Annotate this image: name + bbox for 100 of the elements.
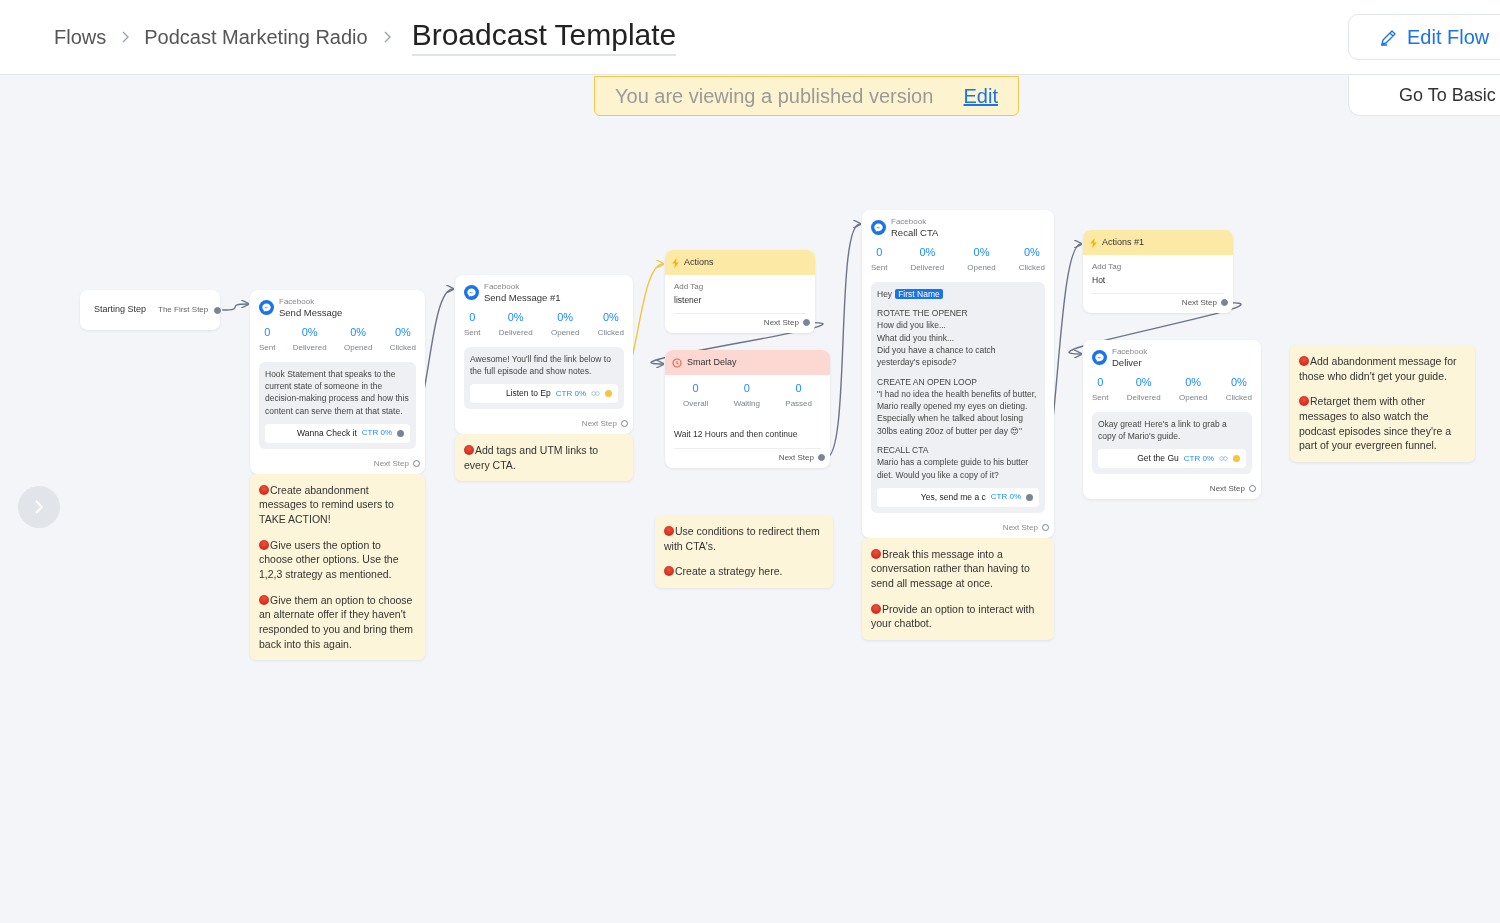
stat-label: Delivered bbox=[910, 262, 945, 273]
stop-sign-icon bbox=[664, 526, 674, 536]
message-button[interactable]: Yes, send me a c CTR 0% bbox=[877, 488, 1039, 507]
note-text: Break this message into a conversation rather than having to send all message at once. bbox=[871, 546, 1031, 591]
message-node[interactable] bbox=[862, 210, 1054, 538]
note-text: Add tags and UTM links to every CTA. bbox=[464, 442, 600, 473]
next-step-label: Next Step bbox=[1181, 297, 1217, 308]
node-title: Smart Delay bbox=[687, 356, 737, 369]
stat-label: Opened bbox=[1178, 392, 1208, 403]
edit-flow-button[interactable]: Edit Flow bbox=[1348, 14, 1500, 60]
next-step-port[interactable] bbox=[1221, 299, 1228, 307]
action-node[interactable]: Actions Add Tag listener Next Step bbox=[665, 250, 815, 333]
stop-sign-icon bbox=[871, 603, 881, 614]
next-step-label: Next Step bbox=[373, 458, 409, 469]
stat-value: 0 bbox=[795, 382, 802, 396]
field-label: Add Tag bbox=[674, 282, 705, 292]
ctr-label: CTR 0% bbox=[1183, 453, 1214, 464]
stat-value: 0% bbox=[1023, 245, 1040, 260]
clock-icon bbox=[672, 357, 682, 368]
note-text: Provide an option to interact with your chatbot. bbox=[871, 601, 1036, 632]
stat-value: 0 bbox=[692, 382, 699, 396]
greeting-text: Hey First Name bbox=[877, 287, 1039, 300]
messenger-icon bbox=[259, 300, 274, 316]
stat-value: 0 bbox=[469, 310, 476, 325]
stop-sign-icon bbox=[1299, 396, 1309, 407]
next-step-label: Next Step bbox=[763, 317, 799, 328]
button-label: Wanna Check it bbox=[297, 427, 357, 439]
stat-label: Delivered bbox=[292, 342, 327, 353]
message-text: Hook Statement that speaks to the current state of someone in the decision-making process and how this content can serve them at that state. bbox=[265, 367, 410, 417]
output-label: The First Step bbox=[158, 305, 209, 315]
node-title: Actions #1 bbox=[1102, 236, 1145, 249]
channel-label: Facebook bbox=[1112, 347, 1148, 357]
stat-value: 0% bbox=[1230, 375, 1247, 390]
next-step-port[interactable] bbox=[621, 420, 628, 428]
stat-label: Passed bbox=[785, 398, 812, 409]
edit-link[interactable]: Edit bbox=[963, 84, 998, 108]
channel-label: Facebook bbox=[891, 217, 928, 227]
ctr-label: CTR 0% bbox=[361, 428, 392, 439]
note-text: Create a strategy here. bbox=[664, 564, 824, 580]
delay-node[interactable]: Smart Delay 0 Overall 0 Waiting 0 Passed Wait 12 Hours and then continue Next Step bbox=[665, 350, 830, 468]
stat-label: Delivered bbox=[1126, 392, 1161, 403]
next-step-label: Next Step bbox=[778, 452, 814, 463]
lightning-icon bbox=[1090, 237, 1097, 248]
stat-value: 0 bbox=[1097, 375, 1104, 390]
stat-value: 0 bbox=[743, 382, 750, 396]
next-step-port[interactable] bbox=[803, 319, 810, 327]
stat-label: Sent bbox=[1092, 392, 1109, 403]
page-title: Broadcast Template bbox=[411, 18, 677, 56]
stat-label: Opened bbox=[343, 342, 373, 353]
breadcrumb-link[interactable]: Podcast Marketing Radio bbox=[144, 25, 368, 49]
node-title: Actions bbox=[684, 256, 714, 269]
start-node[interactable]: Starting Step The First Step bbox=[80, 290, 220, 330]
delay-text: Wait 12 Hours and then continue bbox=[674, 428, 798, 439]
lightning-icon bbox=[672, 257, 679, 268]
stat-label: Opened bbox=[550, 327, 580, 338]
stat-value: 0% bbox=[507, 310, 524, 325]
channel-label: Facebook bbox=[484, 282, 521, 292]
message-button[interactable]: Get the Gu CTR 0% bbox=[1098, 449, 1246, 468]
message-button[interactable]: Wanna Check it CTR 0% bbox=[265, 423, 410, 443]
link-icon bbox=[1219, 456, 1228, 462]
button-label: Get the Gu bbox=[1137, 453, 1179, 464]
button-label: Yes, send me a c bbox=[920, 492, 986, 503]
next-step-label: Next Step bbox=[1209, 483, 1245, 494]
message-node[interactable] bbox=[250, 290, 425, 474]
messenger-icon bbox=[1092, 350, 1107, 366]
channel-label: Facebook bbox=[279, 297, 316, 307]
stat-value: 0% bbox=[1135, 375, 1152, 390]
tag-value: listener bbox=[674, 295, 703, 306]
field-label: Add Tag bbox=[1092, 262, 1123, 272]
stat-label: Clicked bbox=[1018, 262, 1045, 273]
note-text: Retarget them with other messages to also watch the podcast episodes since they're a part of your evergreen funnel. bbox=[1299, 394, 1452, 454]
message-node[interactable]: Facebook Send Message #1 0 Sent 0% Delivered 0% Opened 0% Clicked Awesome! You'll find the link below to the full episode and show notes. Listen to Ep CTR 0% Next Step bbox=[455, 275, 633, 434]
ctr-label: CTR 0% bbox=[990, 492, 1021, 503]
button-port[interactable] bbox=[397, 429, 404, 437]
stop-sign-icon bbox=[464, 444, 474, 455]
node-title: Deliver bbox=[1112, 357, 1143, 369]
message-button[interactable]: Listen to Ep CTR 0% bbox=[470, 384, 618, 403]
message-text: Awesome! You'll find the link below to the full episode and show notes. bbox=[470, 352, 612, 378]
stat-value: 0 bbox=[876, 245, 883, 260]
messenger-icon bbox=[464, 285, 479, 301]
next-step-port[interactable] bbox=[413, 460, 420, 467]
output-port[interactable] bbox=[214, 306, 222, 314]
stat-value: 0% bbox=[301, 325, 318, 340]
next-step-port[interactable] bbox=[1042, 524, 1049, 532]
stat-label: Opened bbox=[967, 262, 996, 273]
stop-sign-icon bbox=[1299, 356, 1309, 366]
stop-sign-icon bbox=[871, 548, 881, 559]
note-text: Use conditions to redirect them with CTA's. bbox=[664, 524, 821, 554]
action-node[interactable]: Actions #1 Add Tag Hot Next Step bbox=[1083, 230, 1233, 313]
message-node[interactable]: Facebook Deliver 0 Sent 0% Delivered 0% Opened 0% Clicked Okay great! Here's a link to grab a copy of Mario's guide. Get the Gu CTR 0% Next Step bbox=[1083, 340, 1261, 499]
go-to-basic-button[interactable]: Go To Basic bbox=[1348, 75, 1500, 116]
breadcrumb-link[interactable]: Flows bbox=[54, 25, 107, 49]
note-text: Add abandonment message for those who didn't get your guide. bbox=[1299, 354, 1458, 384]
stat-label: Sent bbox=[464, 327, 481, 338]
stop-sign-icon bbox=[259, 484, 269, 495]
ctr-label: CTR 0% bbox=[555, 388, 586, 399]
button-port[interactable] bbox=[1026, 493, 1033, 501]
node-title: Send Message bbox=[279, 307, 343, 319]
next-step-port[interactable] bbox=[818, 454, 825, 462]
next-step-port[interactable] bbox=[1249, 485, 1256, 493]
